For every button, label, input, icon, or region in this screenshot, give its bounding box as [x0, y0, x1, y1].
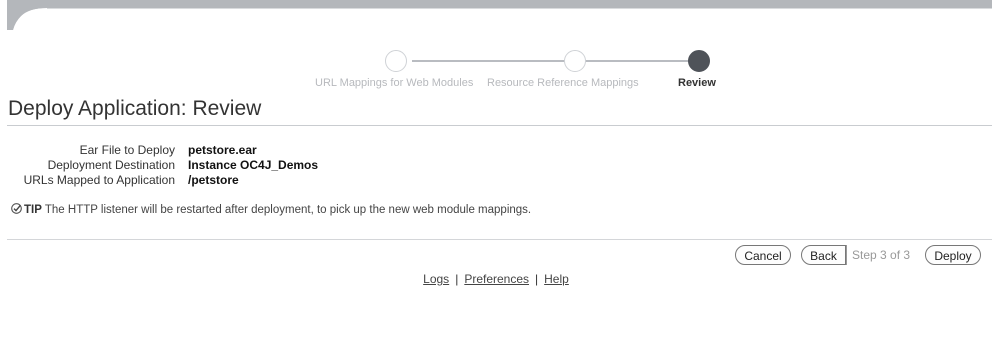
deploy-button[interactable]: Deploy: [925, 245, 981, 265]
tip-message: TIP The HTTP listener will be restarted …: [11, 203, 531, 216]
cancel-button[interactable]: Cancel: [735, 245, 791, 265]
footer-separator: |: [455, 272, 459, 286]
train-step-url-mappings-node[interactable]: [385, 50, 407, 72]
title-divider: [7, 125, 992, 126]
process-train: URL Mappings for Web Modules Resource Re…: [0, 0, 992, 100]
train-step-review-node: [688, 50, 710, 72]
field-label: Ear File to Deploy: [79, 143, 175, 157]
step-indicator: Step 3 of 3: [852, 248, 911, 262]
checkmark-tip-icon: [11, 203, 22, 214]
footer-link-logs[interactable]: Logs: [423, 272, 449, 286]
back-button[interactable]: Back: [801, 245, 846, 265]
train-connector-line: [412, 60, 696, 62]
step-separator: [846, 245, 847, 265]
footer-links: Logs | Preferences | Help: [0, 272, 992, 286]
field-value: Instance OC4J_Demos: [188, 158, 319, 172]
footer-link-preferences[interactable]: Preferences: [464, 272, 529, 286]
page-title: Deploy Application: Review: [8, 97, 262, 120]
train-step-review-label: Review: [678, 77, 716, 89]
train-step-resource-mappings-label[interactable]: Resource Reference Mappings: [487, 77, 639, 89]
tip-text: The HTTP listener will be restarted afte…: [44, 204, 532, 216]
footer-separator: |: [535, 272, 539, 286]
field-label: URLs Mapped to Application: [23, 173, 175, 187]
train-step-url-mappings-label[interactable]: URL Mappings for Web Modules: [315, 77, 473, 89]
footer-link-help[interactable]: Help: [544, 272, 569, 286]
tip-label: TIP: [24, 204, 42, 216]
field-label: Deployment Destination: [47, 158, 175, 172]
content-divider: [7, 239, 992, 240]
deploy-review-page: URL Mappings for Web Modules Resource Re…: [0, 0, 992, 362]
field-value: petstore.ear: [188, 143, 257, 157]
train-step-resource-mappings-node[interactable]: [564, 50, 586, 72]
field-value: /petstore: [188, 173, 239, 187]
